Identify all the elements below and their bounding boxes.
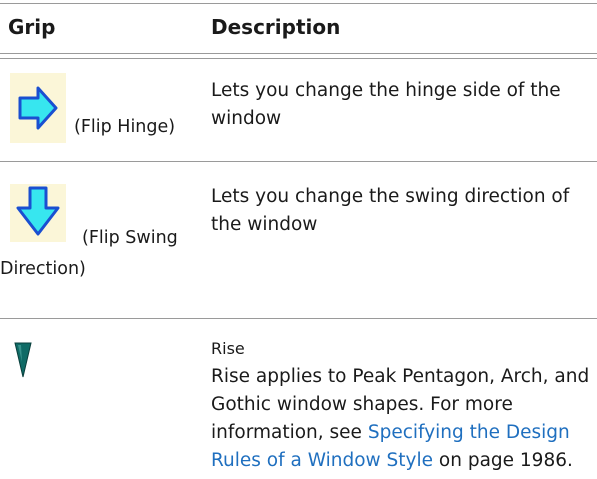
table-row-rule: [0, 318, 597, 319]
flip-swing-arrow-down-icon: [10, 184, 66, 242]
table-top-rule: [0, 3, 597, 4]
grip-label-flip-swing-line2: Direction): [0, 259, 86, 279]
description-rise-title: Rise: [211, 339, 245, 358]
rise-triangle-icon: [14, 342, 32, 378]
table-row-rule: [0, 161, 597, 162]
description-flip-swing: Lets you change the swing direction of t…: [211, 186, 570, 235]
table-header-rule: [0, 53, 597, 54]
description-rise-text-after: on page 1986.: [433, 450, 573, 471]
description-flip-hinge: Lets you change the hinge side of the wi…: [211, 80, 561, 129]
table-header-rule-2: [0, 58, 597, 59]
description-rise: Rise applies to Peak Pentagon, Arch, and…: [211, 363, 591, 475]
flip-hinge-arrow-right-icon: [10, 73, 66, 143]
header-grip: Grip: [8, 15, 56, 39]
grip-label-flip-hinge: (Flip Hinge): [74, 117, 176, 137]
header-description: Description: [211, 15, 341, 39]
grip-label-flip-swing-line1: (Flip Swing: [82, 228, 178, 248]
